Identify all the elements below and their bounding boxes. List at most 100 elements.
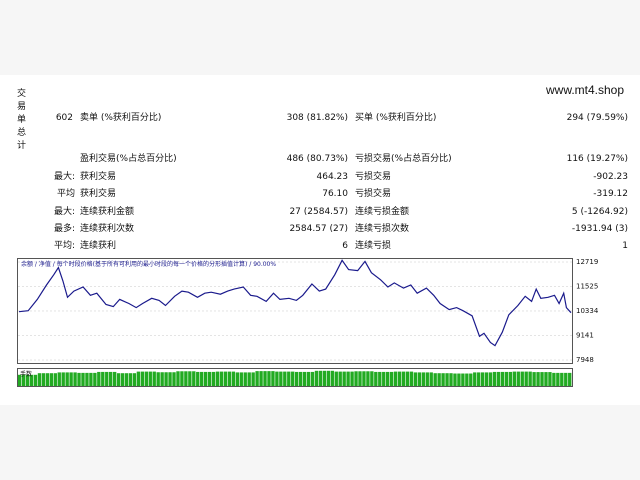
y-tick-label: 12719 <box>576 258 598 266</box>
volume-bar <box>461 373 465 386</box>
volume-bar <box>168 372 172 386</box>
x-tick-label: 528 <box>496 392 509 393</box>
row-label2: 亏损交易 <box>355 172 392 182</box>
total-trades-value: 602 <box>55 113 73 123</box>
volume-bar <box>433 373 437 386</box>
row-label1: 获利交易 <box>80 172 117 182</box>
volume-bar <box>540 372 544 386</box>
volume-bar <box>366 371 370 386</box>
x-tick-label: 328 <box>313 392 326 393</box>
volume-bar <box>334 371 338 386</box>
volume-bar <box>560 372 564 386</box>
volume-bar <box>283 371 287 386</box>
volume-bar <box>49 373 54 386</box>
volume-bar <box>548 372 552 386</box>
y-tick-label: 9141 <box>576 331 594 339</box>
volume-bar <box>203 371 208 386</box>
volume-bar <box>524 371 528 386</box>
volume-bar <box>235 372 239 386</box>
row-value2: 1 <box>622 241 628 251</box>
volume-bar <box>457 373 461 386</box>
volume-bar <box>449 373 453 386</box>
volume-bar <box>441 373 445 386</box>
volume-bar <box>124 373 129 386</box>
volume-bar <box>484 372 489 386</box>
volume-bar <box>120 373 125 386</box>
volume-bar <box>128 373 133 386</box>
volume-bar <box>200 371 204 386</box>
volume-bar <box>227 371 232 386</box>
row-value2: -319.12 <box>593 189 628 199</box>
volume-bar <box>172 372 176 386</box>
volume-bar <box>564 372 568 386</box>
volume-bar <box>255 371 259 386</box>
x-tick-label: 353 <box>335 392 348 393</box>
volume-bar <box>318 370 323 386</box>
volume-bar <box>136 371 141 386</box>
volume-bar <box>358 371 362 386</box>
bottom-margin-band <box>0 405 640 480</box>
volume-bar <box>45 373 50 386</box>
x-tick-label: 103 <box>107 392 120 393</box>
x-tick-label: 53 <box>63 392 72 393</box>
volume-bar <box>362 371 366 386</box>
volume-bar <box>140 371 145 386</box>
row-label2: 亏损交易 <box>355 189 392 199</box>
x-tick-label: 603 <box>564 392 577 393</box>
volume-bar <box>279 371 283 386</box>
x-tick-label: 178 <box>175 392 188 393</box>
side-char: 总 <box>17 128 27 138</box>
volume-bar <box>532 372 536 386</box>
buy-value: 294 (79.59%) <box>566 113 628 123</box>
volume-bar <box>445 373 449 386</box>
x-tick-label: 278 <box>267 392 280 393</box>
volume-bar <box>389 371 394 386</box>
y-tick-label: 7948 <box>576 356 594 364</box>
row-label1: 连续获利次数 <box>80 224 135 234</box>
x-axis-ticks: 0 28 53 78 103 128 153 178 203 228 253 278 303 328 353… <box>17 392 578 393</box>
volume-bar <box>326 370 331 386</box>
volume-bar <box>259 371 263 386</box>
volume-bar <box>196 371 200 386</box>
volume-bar <box>330 370 334 386</box>
volume-bar <box>251 372 255 386</box>
row-prefix: 最多: <box>53 224 75 234</box>
volume-bar <box>207 371 212 386</box>
volume-bar <box>53 373 57 386</box>
row-value1: 76.10 <box>322 189 348 199</box>
volume-bar <box>568 372 572 386</box>
volume-bar <box>405 371 410 386</box>
x-tick-label: 228 <box>221 392 234 393</box>
volume-bar <box>397 371 402 386</box>
row-label2: 连续亏损 <box>355 241 392 251</box>
volume-bar <box>132 373 137 386</box>
volume-bar <box>437 373 441 386</box>
volume-bar <box>37 373 42 386</box>
volume-bar <box>231 371 236 386</box>
summary-side-label: 交 易 单 总 计 <box>17 88 29 153</box>
x-tick-label: 553 <box>519 392 532 393</box>
row-value2: -902.23 <box>593 172 628 182</box>
volume-bar <box>429 372 433 386</box>
volume-bar <box>350 371 354 386</box>
volume-bar <box>211 371 216 386</box>
x-tick-label: 378 <box>358 392 371 393</box>
volume-bar <box>184 371 188 386</box>
volume-bar <box>425 372 429 386</box>
row-label2: 连续亏损次数 <box>355 224 410 234</box>
volume-bar <box>97 371 101 386</box>
x-tick-label: 153 <box>152 392 165 393</box>
volume-bar <box>338 371 342 386</box>
profit-trades-value: 486 (80.73%) <box>286 154 348 164</box>
volume-bar <box>378 371 382 386</box>
x-tick-label: 478 <box>450 392 463 393</box>
volume-bar <box>243 372 247 386</box>
volume-bar <box>160 372 164 386</box>
volume-bar <box>101 371 105 386</box>
side-char: 易 <box>17 102 27 112</box>
volume-bar <box>413 372 418 386</box>
volume-bar <box>176 371 180 386</box>
volume-bar <box>73 372 77 386</box>
volume-bar <box>488 372 493 386</box>
volume-bar <box>469 373 473 386</box>
